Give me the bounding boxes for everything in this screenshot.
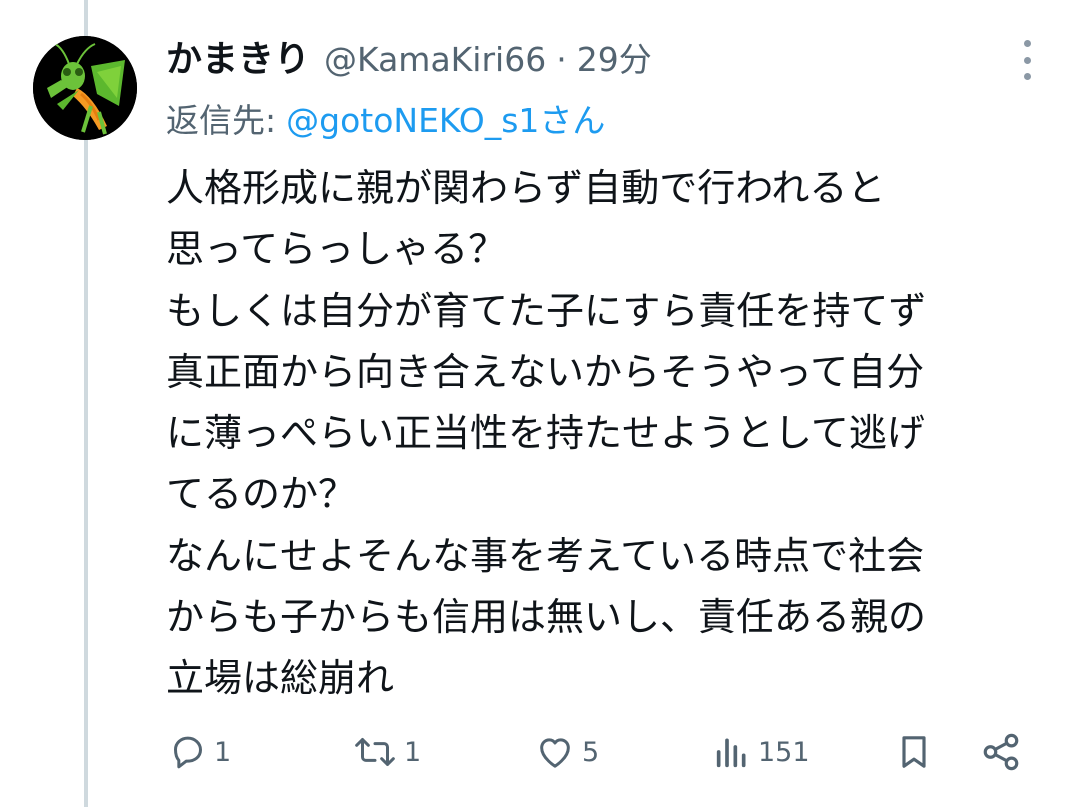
retweet-icon — [355, 738, 395, 766]
bookmark-icon — [902, 736, 926, 768]
tweet-text-line: 思ってらっしゃる？ — [166, 227, 507, 272]
separator-dot: · — [556, 40, 567, 79]
reply-button[interactable]: 1 — [168, 720, 231, 784]
like-count: 5 — [582, 736, 600, 768]
share-button[interactable] — [980, 720, 1022, 784]
tweet-text-line: もしくは自分が育てた子にすら責任を持てず — [166, 288, 927, 333]
display-name[interactable]: かまきり — [166, 30, 310, 82]
praying-mantis-icon — [33, 36, 137, 140]
view-count: 151 — [758, 736, 810, 768]
tweet-header: かまきり @KamaKiri66 · 29分 — [166, 30, 652, 86]
heart-icon — [540, 738, 570, 768]
like-button[interactable]: 5 — [534, 720, 599, 784]
tweet-text-line: からも子からも信用は無いし、責任ある親の — [166, 595, 927, 640]
reply-count: 1 — [214, 736, 232, 768]
tweet-text-line: なんにせよそんな事を考えている時点で社会 — [166, 533, 925, 578]
reply-to-mention[interactable]: @gotoNEKO_s1さん — [286, 101, 605, 140]
avatar[interactable] — [33, 36, 137, 140]
more-vertical-icon[interactable] — [1012, 40, 1042, 80]
user-handle[interactable]: @KamaKiri66 — [324, 40, 546, 79]
share-icon — [983, 733, 1019, 771]
reply-to-label: 返信先: — [166, 101, 277, 140]
tweet-text-line: 立場は総崩れ — [166, 656, 395, 701]
tweet-text-line: 真正面から向き合えないからそうやって自分 — [166, 349, 925, 394]
retweet-button[interactable]: 1 — [352, 720, 421, 784]
bookmark-button[interactable] — [894, 720, 934, 784]
views-button[interactable]: 151 — [712, 720, 810, 784]
tweet-text-line: てるのか？ — [166, 472, 357, 517]
timestamp[interactable]: 29分 — [577, 33, 652, 81]
reply-to: 返信先: @gotoNEKO_s1さん — [166, 94, 605, 142]
views-icon — [716, 738, 746, 768]
tweet-text: 人格形成に親が関わらず自動で行われると 思ってらっしゃる？ もしくは自分が育てた… — [166, 158, 1056, 710]
action-bar: 1 1 5 151 — [0, 720, 1080, 784]
tweet-text-line: に薄っぺらい正当性を持たせようとして逃げ — [166, 411, 925, 456]
reply-icon — [174, 736, 202, 769]
tweet-text-line: 人格形成に親が関わらず自動で行われると — [166, 166, 886, 210]
retweet-count: 1 — [404, 736, 422, 768]
